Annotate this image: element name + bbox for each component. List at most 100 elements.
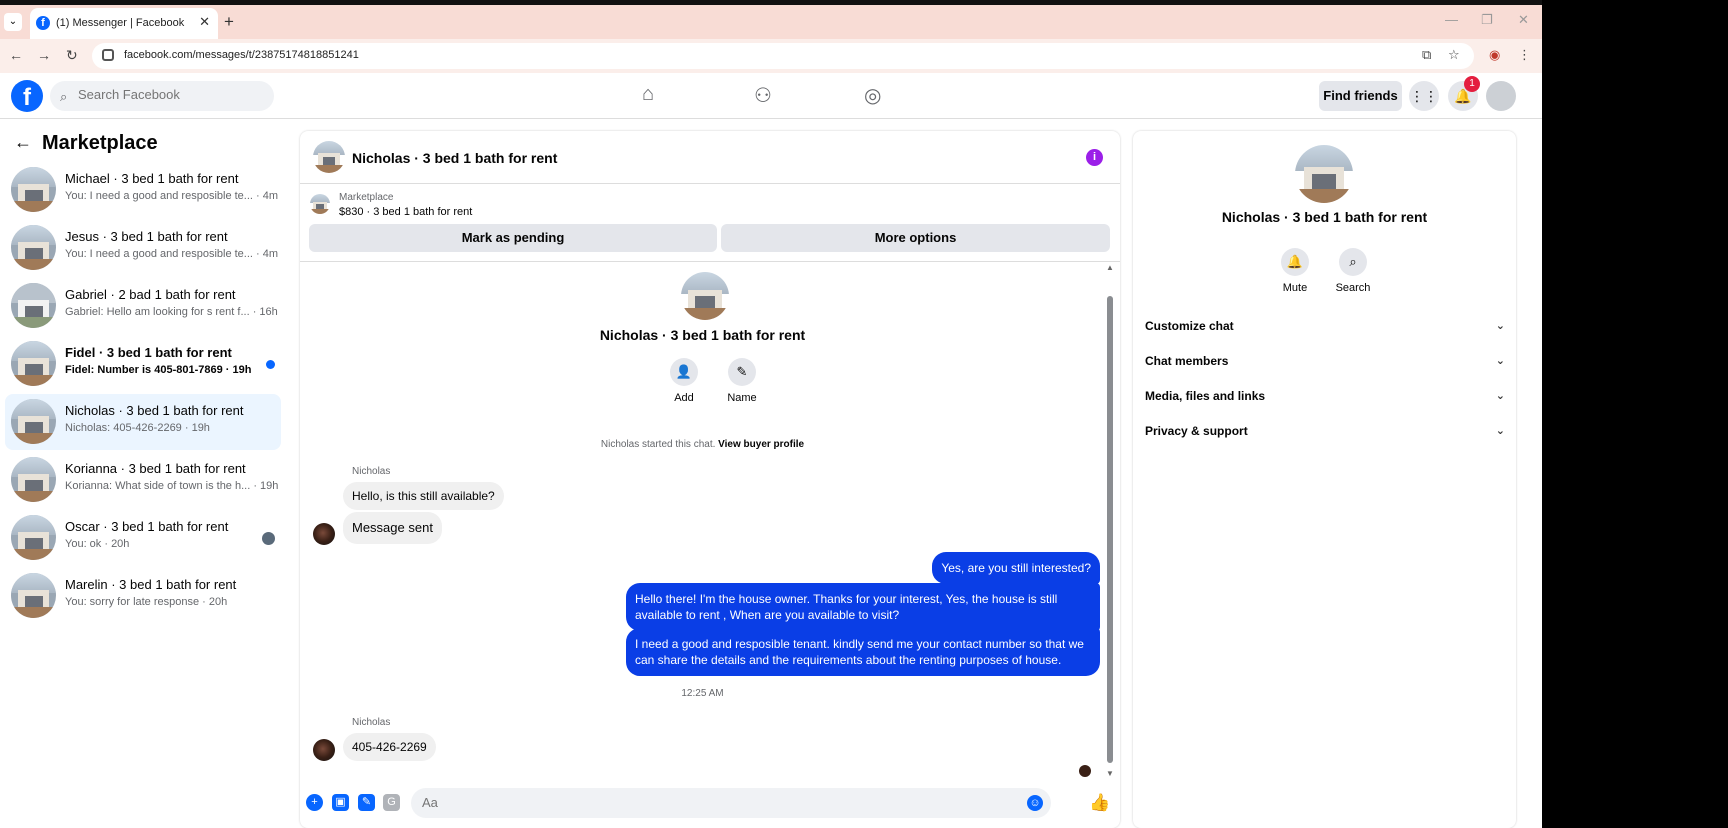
close-window-icon[interactable]: ✕ [1518, 12, 1529, 28]
account-avatar[interactable] [1486, 81, 1516, 111]
photo-icon[interactable]: ▣ [332, 794, 349, 811]
tab-search-chevron-icon[interactable]: ⌄ [4, 13, 22, 31]
listing-thumbnail [11, 225, 56, 270]
chat-panel: Nicholas · 3 bed 1 bath for rent i Marke… [300, 131, 1120, 828]
tab-close-icon[interactable]: ✕ [199, 14, 210, 30]
thumbs-up-icon[interactable]: 👍 [1089, 793, 1110, 813]
address-bar[interactable]: facebook.com/messages/t/2387517481885124… [92, 43, 1474, 69]
conversation-info-icon[interactable]: i [1086, 149, 1103, 166]
conversation-snippet: You: I need a good and resposible te... … [65, 190, 279, 202]
outgoing-message[interactable]: I need a good and resposible tenant. kin… [626, 628, 1100, 676]
customize-chat-section[interactable]: Customize chat ⌄ [1145, 319, 1505, 341]
site-info-icon[interactable] [102, 49, 114, 61]
scrollbar-thumb[interactable] [1107, 296, 1113, 763]
listing-thumbnail[interactable] [310, 194, 330, 214]
media-files-links-section[interactable]: Media, files and links ⌄ [1145, 389, 1505, 411]
conversation-snippet: Fidel: Number is 405-801-7869 · 19h [65, 364, 252, 376]
mute-action[interactable]: 🔔 Mute [1265, 248, 1325, 294]
scroll-up-arrow[interactable]: ▲ [1106, 263, 1114, 272]
privacy-support-section[interactable]: Privacy & support ⌄ [1145, 424, 1505, 446]
conversation-snippet: You: ok · 20h [65, 538, 130, 550]
name-label: Name [727, 392, 757, 404]
conversation-item[interactable]: Gabriel · 2 bad 1 bath for rent Gabriel:… [5, 278, 281, 334]
emoji-icon[interactable]: ☺ [1027, 795, 1043, 811]
divider [300, 261, 1120, 262]
search-input[interactable] [78, 87, 258, 102]
back-arrow-icon[interactable]: ← [9, 47, 23, 63]
plus-circle-icon[interactable]: + [306, 794, 323, 811]
incoming-message[interactable]: Hello, is this still available? [343, 482, 504, 510]
facebook-header: f ⌕ ⌂ ⚇ ◎ Find friends ⋮⋮ 🔔 1 [0, 73, 1542, 119]
new-tab-plus-icon[interactable]: + [224, 12, 234, 32]
facebook-search[interactable]: ⌕ [50, 81, 274, 111]
mark-as-pending-button[interactable]: Mark as pending [309, 224, 717, 252]
chat-avatar[interactable] [313, 141, 345, 173]
message-timestamp: 12:25 AM [681, 688, 724, 699]
outgoing-message[interactable]: Yes, are you still interested? [932, 552, 1100, 584]
more-options-button[interactable]: More options [721, 224, 1110, 252]
read-receipt-avatar [1079, 765, 1091, 777]
section-label: Media, files and links [1145, 389, 1266, 403]
conversation-name: Nicholas · 3 bed 1 bath for rent [65, 403, 244, 418]
chevron-down-icon: ⌄ [1495, 390, 1505, 402]
groups-icon[interactable]: ◎ [864, 83, 881, 108]
listing-thumbnail [11, 399, 56, 444]
minimize-icon[interactable]: — [1445, 12, 1458, 27]
notification-badge: 1 [1464, 76, 1480, 92]
sender-avatar[interactable] [313, 739, 335, 761]
search-label: Search [1335, 282, 1371, 294]
url-text[interactable]: facebook.com/messages/t/2387517481885124… [124, 49, 359, 61]
facebook-logo-icon[interactable]: f [11, 80, 43, 112]
search-action[interactable]: ⌕ Search [1323, 248, 1383, 294]
conversation-item[interactable]: Michael · 3 bed 1 bath for rent You: I n… [5, 162, 281, 218]
conversation-item[interactable]: Korianna · 3 bed 1 bath for rent Koriann… [5, 452, 281, 508]
browser-tab[interactable]: f (1) Messenger | Facebook ✕ [30, 8, 218, 39]
add-people-action[interactable]: 👤 Add [654, 358, 714, 404]
find-friends-button[interactable]: Find friends [1319, 81, 1402, 111]
search-icon: ⌕ [60, 89, 68, 104]
reload-icon[interactable]: ↻ [66, 47, 78, 64]
gif-icon[interactable]: G [383, 794, 400, 811]
chat-started-notice: Nicholas started this chat. View buyer p… [300, 439, 1105, 450]
marketplace-label: Marketplace [339, 192, 394, 203]
browser-titlebar: ⌄ f (1) Messenger | Facebook ✕ + — ❐ ✕ [0, 0, 1542, 39]
listing-thumbnail [11, 283, 56, 328]
home-icon[interactable]: ⌂ [642, 83, 654, 106]
search-icon: ⌕ [1339, 248, 1367, 276]
sticker-icon[interactable]: ✎ [358, 794, 375, 811]
bookmark-star-icon[interactable]: ☆ [1448, 47, 1460, 63]
message-input[interactable] [422, 795, 982, 810]
chat-title[interactable]: Nicholas · 3 bed 1 bath for rent [352, 150, 557, 166]
conversation-item[interactable]: Fidel · 3 bed 1 bath for rent Fidel: Num… [5, 336, 281, 392]
install-app-icon[interactable]: ⧉ [1422, 47, 1431, 63]
menu-dots-icon[interactable]: ⋮ [1518, 47, 1531, 63]
chat-members-section[interactable]: Chat members ⌄ [1145, 354, 1505, 376]
tab-title: (1) Messenger | Facebook [56, 17, 185, 29]
back-arrow-icon[interactable]: ← [14, 132, 32, 153]
forward-arrow-icon[interactable]: → [37, 47, 51, 63]
profile-icon[interactable]: ◉ [1489, 47, 1500, 63]
restore-icon[interactable]: ❐ [1481, 12, 1493, 28]
view-buyer-profile-link[interactable]: View buyer profile [718, 439, 804, 450]
rename-action[interactable]: ✎ Name [712, 358, 772, 404]
listing-title[interactable]: $830 · 3 bed 1 bath for rent [339, 206, 472, 218]
sidebar-title: Marketplace [42, 132, 158, 154]
message-composer[interactable]: ☺ [411, 788, 1051, 818]
conversation-name: Michael · 3 bed 1 bath for rent [65, 171, 239, 186]
incoming-message[interactable]: Message sent [343, 512, 442, 544]
outgoing-message[interactable]: Hello there! I'm the house owner. Thanks… [626, 583, 1100, 631]
conversation-item[interactable]: Oscar · 3 bed 1 bath for rent You: ok · … [5, 510, 281, 566]
scroll-down-arrow[interactable]: ▼ [1106, 769, 1114, 778]
sender-avatar[interactable] [313, 523, 335, 545]
conversation-item-active[interactable]: Nicholas · 3 bed 1 bath for rent Nichola… [5, 394, 281, 450]
conversation-item[interactable]: Jesus · 3 bed 1 bath for rent You: I nee… [5, 220, 281, 276]
add-person-icon: 👤 [670, 358, 698, 386]
listing-thumbnail [11, 167, 56, 212]
conversation-item[interactable]: Marelin · 3 bed 1 bath for rent You: sor… [5, 568, 281, 624]
unread-indicator [266, 360, 275, 369]
friends-icon[interactable]: ⚇ [754, 83, 772, 108]
conversation-name: Oscar · 3 bed 1 bath for rent [65, 519, 229, 534]
incoming-message[interactable]: 405-426-2269 [343, 733, 436, 761]
sender-name: Nicholas [352, 717, 391, 728]
menu-grid-icon[interactable]: ⋮⋮ [1409, 81, 1439, 111]
